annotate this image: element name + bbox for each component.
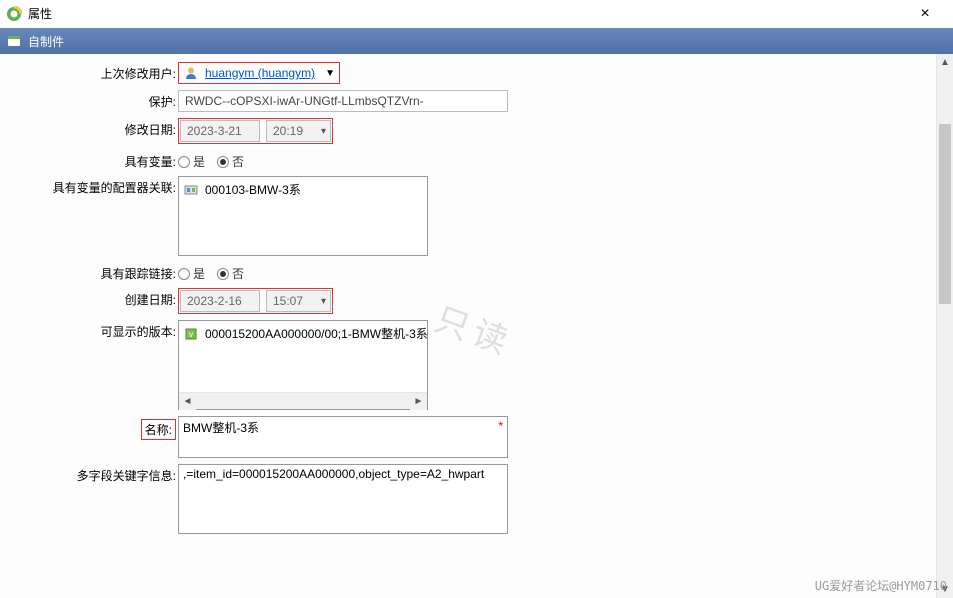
- label-protect: 保护:: [0, 90, 178, 110]
- close-button[interactable]: ×: [905, 0, 945, 28]
- variant-cfg-listbox[interactable]: 000103-BMW-3系: [178, 176, 428, 256]
- section-icon: [6, 33, 22, 49]
- create-time-select[interactable]: 15:07 ▾: [266, 290, 331, 312]
- person-icon: [183, 65, 199, 81]
- label-variant-cfg: 具有变量的配置器关联:: [0, 176, 178, 196]
- has-variant-no[interactable]: 否: [217, 153, 244, 170]
- section-header: 自制件: [0, 28, 953, 54]
- chevron-down-icon: ▾: [321, 296, 326, 307]
- section-title: 自制件: [28, 33, 64, 50]
- list-item-text: 000103-BMW-3系: [205, 181, 301, 198]
- label-displayable-version: 可显示的版本:: [0, 320, 178, 340]
- track-yes[interactable]: 是: [178, 265, 205, 282]
- create-date-field[interactable]: [180, 290, 260, 312]
- label-has-track: 具有跟踪链接:: [0, 262, 178, 282]
- scroll-up-button[interactable]: ▲: [937, 54, 953, 71]
- scroll-left-button[interactable]: ◄: [179, 393, 196, 410]
- vertical-scrollbar[interactable]: ▲ ▼: [936, 54, 953, 598]
- keywords-field[interactable]: ,=item_id=000015200AA000000,object_type=…: [178, 464, 508, 534]
- label-create-date: 创建日期:: [0, 288, 178, 308]
- part-icon: [183, 182, 199, 198]
- has-variant-yes[interactable]: 是: [178, 153, 205, 170]
- list-item[interactable]: v 000015200AA000000/00;1-BMW整机-3系: [179, 321, 427, 344]
- has-variant-radio-group: 是 否: [178, 150, 244, 170]
- label-has-variant: 具有变量:: [0, 150, 178, 170]
- scroll-thumb[interactable]: [939, 124, 951, 304]
- mod-time-value: 20:19: [273, 124, 303, 138]
- version-icon: v: [183, 326, 199, 342]
- list-item[interactable]: 000103-BMW-3系: [179, 177, 427, 200]
- last-mod-user-container: huangym (huangym) ▼: [178, 62, 340, 84]
- mod-date-container: 20:19 ▾: [178, 118, 333, 144]
- label-last-mod-user: 上次修改用户:: [0, 62, 178, 82]
- protect-field[interactable]: [178, 90, 508, 112]
- chevron-down-icon: ▾: [321, 126, 326, 137]
- track-no[interactable]: 否: [217, 265, 244, 282]
- label-mod-date: 修改日期:: [0, 118, 178, 138]
- horizontal-scrollbar[interactable]: ◄ ►: [179, 392, 427, 409]
- svg-text:v: v: [189, 330, 193, 339]
- create-time-value: 15:07: [273, 294, 303, 308]
- name-value: BMW整机-3系: [183, 421, 259, 435]
- window-titlebar: 属性 ×: [0, 0, 953, 28]
- keywords-value: ,=item_id=000015200AA000000,object_type=…: [183, 467, 484, 481]
- scroll-right-button[interactable]: ►: [410, 393, 427, 410]
- mod-date-field[interactable]: [180, 120, 260, 142]
- label-name: 名称:: [141, 419, 176, 440]
- properties-form: 上次修改用户: huangym (huangym) ▼ 保护: 修改日期:: [0, 54, 953, 548]
- app-icon: [6, 6, 22, 22]
- create-date-container: 15:07 ▾: [178, 288, 333, 314]
- displayable-version-listbox[interactable]: v 000015200AA000000/00;1-BMW整机-3系 ◄ ►: [178, 320, 428, 410]
- user-dropdown-icon[interactable]: ▼: [325, 68, 335, 79]
- footer-watermark: UG爱好者论坛@HYM0710: [815, 577, 947, 594]
- user-link[interactable]: huangym (huangym): [205, 66, 315, 80]
- label-keywords: 多字段关键字信息:: [0, 464, 178, 484]
- list-item-text: 000015200AA000000/00;1-BMW整机-3系: [205, 325, 428, 342]
- track-link-radio-group: 是 否: [178, 262, 244, 282]
- required-indicator: *: [498, 419, 503, 433]
- window-title: 属性: [28, 5, 52, 22]
- scroll-down-button[interactable]: ▼: [937, 581, 953, 598]
- name-field[interactable]: BMW整机-3系 *: [178, 416, 508, 458]
- mod-time-select[interactable]: 20:19 ▾: [266, 120, 331, 142]
